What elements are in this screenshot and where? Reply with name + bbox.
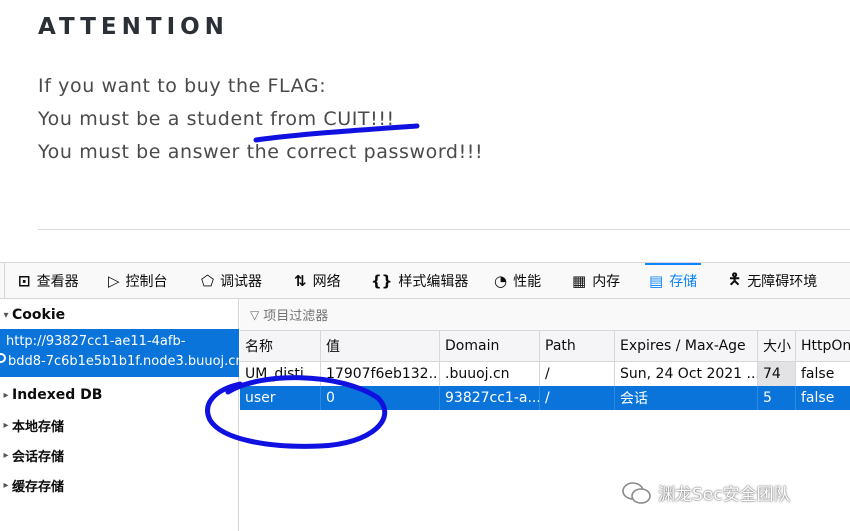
devtools-toolbar: ⊡ 查看器 ▷ 控制台 ⬠ 调试器 ⇅ 网络 {} 样式编辑器 ◔ 性能 ▦ 内… — [0, 262, 850, 299]
network-icon: ⇅ — [294, 272, 307, 290]
tree-item-selected-host[interactable]: http://93827cc1-ae11-4afb- bdd8-7c6b1e5b… — [0, 329, 244, 377]
chevron-right-icon: ▸ — [3, 449, 9, 461]
column-header-size[interactable]: 大小 — [758, 331, 796, 361]
inspector-icon: ⊡ — [18, 272, 31, 290]
cell-domain: .buuoj.cn — [440, 362, 540, 386]
column-header-domain[interactable]: Domain — [440, 331, 540, 361]
tab-debugger[interactable]: ⬠ 调试器 — [197, 263, 266, 298]
message-line-3: You must be answer the correct password!… — [38, 141, 484, 163]
tab-label: 存储 — [669, 274, 698, 290]
tab-label: 网络 — [312, 274, 341, 290]
tab-label: 控制台 — [125, 274, 168, 290]
table-empty-area — [240, 410, 850, 531]
chevron-down-icon: ▾ — [3, 309, 9, 321]
column-header-httponly[interactable]: HttpOnly — [796, 331, 850, 361]
column-header-expires[interactable]: Expires / Max-Age — [615, 331, 758, 361]
chevron-right-icon: ▸ — [3, 419, 9, 431]
host-icon — [0, 353, 6, 363]
page-content: ATTENTION If you want to buy the FLAG: Y… — [0, 0, 850, 262]
storage-tree: ▾ Cookie http://93827cc1-ae11-4afb- bdd8… — [0, 299, 244, 531]
table-row[interactable]: UM_disti 17907f6eb132... .buuoj.cn / Sun… — [240, 362, 850, 386]
toolbar-edge — [0, 263, 5, 298]
cell-expires: 会话 — [615, 386, 758, 410]
tree-item-cache-storage[interactable]: ▸ 缓存存储 — [0, 473, 239, 497]
cell-domain: 93827cc1-a... — [440, 386, 540, 410]
tab-label: 样式编辑器 — [398, 274, 469, 290]
filter-bar[interactable]: ▽ 项目过滤器 — [240, 299, 850, 331]
filter-input[interactable]: 项目过滤器 — [263, 305, 328, 324]
tree-label: 缓存存储 — [12, 479, 65, 495]
tab-label: 性能 — [513, 274, 542, 290]
cell-size: 74 — [758, 362, 796, 386]
storage-icon: ▤ — [649, 272, 664, 290]
console-icon: ▷ — [108, 272, 120, 290]
debugger-icon: ⬠ — [201, 272, 215, 290]
tree-label: Cookie — [12, 307, 66, 323]
tab-console[interactable]: ▷ 控制台 — [104, 263, 172, 298]
table-row-selected[interactable]: user 0 93827cc1-a... / 会话 5 false — [240, 386, 850, 410]
accessibility-icon: 🯅 — [728, 269, 742, 288]
tree-label: 会话存储 — [12, 449, 65, 465]
chevron-right-icon: ▸ — [3, 389, 9, 401]
tree-label: Indexed DB — [12, 387, 103, 403]
host-url-line-1: http://93827cc1-ae11-4afb- — [6, 334, 186, 349]
memory-icon: ▦ — [572, 272, 587, 290]
tree-item-indexed-db[interactable]: ▸ Indexed DB — [0, 383, 239, 407]
tab-storage[interactable]: ▤ 存储 — [645, 263, 702, 298]
column-header-name[interactable]: 名称 — [240, 331, 321, 361]
filter-icon: ▽ — [250, 307, 260, 322]
wechat-icon — [622, 481, 651, 504]
watermark-text: 渊龙Sec安全团队 — [658, 485, 791, 505]
tree-item-local-storage[interactable]: ▸ 本地存储 — [0, 413, 239, 437]
tab-memory[interactable]: ▦ 内存 — [568, 263, 624, 298]
host-url-line-2: bdd8-7c6b1e5b1b1f.node3.buuoj.cn — [8, 354, 244, 369]
tab-accessibility[interactable]: 🯅 无障碍环境 — [724, 263, 821, 298]
page-title: ATTENTION — [38, 14, 229, 40]
cookie-table-header: 名称 值 Domain Path Expires / Max-Age 大小 Ht… — [240, 331, 850, 362]
performance-icon: ◔ — [494, 272, 508, 290]
watermark: 渊龙Sec安全团队 — [622, 480, 791, 505]
tab-network[interactable]: ⇅ 网络 — [290, 263, 345, 298]
tab-inspector[interactable]: ⊡ 查看器 — [14, 263, 83, 298]
cell-name: UM_disti — [240, 362, 321, 386]
cell-value: 17907f6eb132... — [321, 362, 440, 386]
cell-path: / — [540, 362, 615, 386]
tree-item-session-storage[interactable]: ▸ 会话存储 — [0, 443, 239, 467]
tab-performance[interactable]: ◔ 性能 — [490, 263, 545, 298]
tree-label: 本地存储 — [12, 419, 65, 435]
cell-path: / — [540, 386, 615, 410]
tab-style-editor[interactable]: {} 样式编辑器 — [367, 263, 472, 298]
column-header-path[interactable]: Path — [540, 331, 615, 361]
tab-label: 调试器 — [220, 274, 263, 290]
cell-httponly: false — [801, 366, 835, 382]
cell-httponly: false — [801, 390, 835, 406]
divider — [38, 229, 850, 230]
message-line-2: You must be a student from CUIT!!! — [38, 108, 395, 130]
chevron-right-icon: ▸ — [3, 479, 9, 491]
message-line-1: If you want to buy the FLAG: — [38, 75, 327, 97]
cell-value[interactable]: 0 — [321, 386, 440, 410]
tab-label: 无障碍环境 — [747, 274, 818, 290]
style-editor-icon: {} — [371, 272, 393, 290]
tab-label: 查看器 — [36, 274, 79, 290]
cell-expires: Sun, 24 Oct 2021 ... — [615, 362, 758, 386]
tree-item-cookie[interactable]: ▾ Cookie — [0, 303, 239, 327]
cell-name: user — [240, 386, 321, 410]
tab-label: 内存 — [592, 274, 621, 290]
column-header-value[interactable]: 值 — [321, 331, 440, 361]
cell-size: 5 — [758, 386, 796, 410]
